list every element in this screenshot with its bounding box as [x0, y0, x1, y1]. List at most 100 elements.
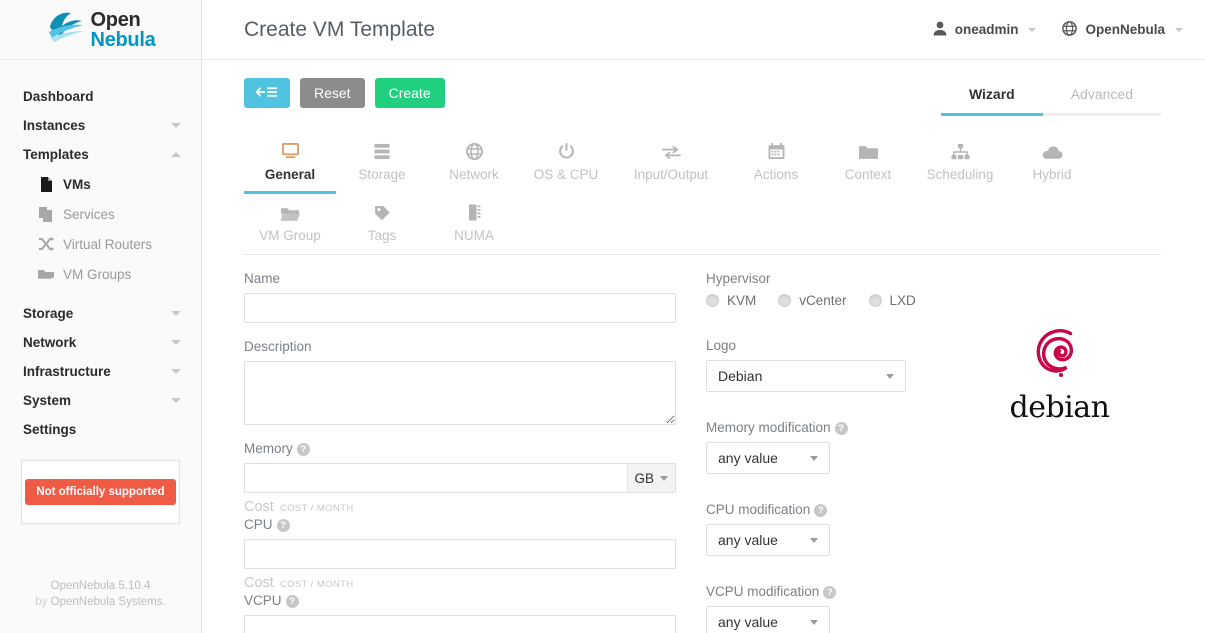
vcpu-label: VCPU?	[244, 593, 676, 608]
memory-chip-icon	[466, 201, 482, 221]
cpu-mod-label-text: CPU modification	[706, 502, 811, 517]
sidebar-footer: OpenNebula 5.10.4 by OpenNebula Systems.	[0, 560, 201, 633]
sidebar-item-system[interactable]: System	[0, 386, 201, 415]
user-name: oneadmin	[954, 22, 1019, 37]
zone-name: OpenNebula	[1085, 22, 1165, 37]
tab-general-label: General	[264, 167, 316, 182]
cpu-mod-select[interactable]: any value	[706, 524, 830, 556]
tab-hybrid[interactable]: Hybrid	[1006, 132, 1098, 194]
tab-scheduling[interactable]: Scheduling	[914, 132, 1006, 194]
sidebar-item-templates[interactable]: Templates	[0, 140, 201, 169]
chevron-down-icon	[1028, 27, 1037, 32]
tab-os-cpu[interactable]: OS & CPU	[520, 132, 612, 194]
vcpu-mod-select[interactable]: any value	[706, 606, 830, 633]
sidebar-item-instances[interactable]: Instances	[0, 111, 201, 140]
help-icon[interactable]: ?	[296, 443, 310, 456]
chevron-down-icon	[171, 398, 181, 403]
vcpu-input[interactable]	[244, 615, 676, 633]
description-textarea[interactable]	[244, 361, 676, 425]
tab-wizard[interactable]: Wizard	[940, 80, 1043, 116]
field-memory-modification: Memory modification? any value	[706, 420, 958, 474]
memory-input-group: GB	[244, 463, 676, 493]
credits-label: by OpenNebula Systems.	[35, 596, 166, 609]
tab-general[interactable]: General	[244, 132, 336, 194]
tab-tags[interactable]: Tags	[336, 193, 428, 255]
template-form: Name Description Memory? GB Cost COST / …	[244, 255, 1161, 633]
tab-input-output[interactable]: Input/Output	[612, 132, 730, 194]
user-menu[interactable]: oneadmin	[933, 21, 1037, 39]
sidebar-item-infrastructure[interactable]: Infrastructure	[0, 357, 201, 386]
memory-label: Memory?	[244, 441, 676, 456]
cpu-input[interactable]	[244, 539, 676, 569]
memory-mod-label-text: Memory modification	[706, 420, 831, 435]
zone-menu[interactable]: OpenNebula	[1062, 20, 1183, 39]
app-root: Open Nebula Dashboard Instances Template…	[0, 0, 1205, 633]
name-input[interactable]	[244, 293, 676, 323]
help-icon[interactable]: ?	[276, 519, 290, 532]
hypervisor-option-vcenter[interactable]: vCenter	[778, 293, 847, 308]
memory-unit-select[interactable]: GB	[626, 463, 676, 493]
sidebar-label-network: Network	[23, 335, 77, 350]
sidebar-item-vms[interactable]: VMs	[0, 169, 201, 199]
hypervisor-option-lxd[interactable]: LXD	[868, 293, 916, 308]
tab-actions-label: Actions	[753, 167, 799, 182]
memory-cost-label: Cost	[244, 499, 274, 515]
reset-button[interactable]: Reset	[300, 78, 365, 108]
vcpu-mod-value: any value	[718, 614, 778, 630]
tab-network-label: Network	[449, 167, 499, 182]
tab-storage[interactable]: Storage	[336, 132, 428, 194]
topbar-right: oneadmin OpenNebula	[933, 20, 1183, 39]
tab-context[interactable]: Context	[822, 132, 914, 194]
help-icon[interactable]: ?	[814, 504, 828, 517]
sidebar-item-virtual-routers[interactable]: Virtual Routers	[0, 229, 201, 259]
brand-logo[interactable]: Open Nebula	[0, 0, 201, 60]
sidebar-item-storage[interactable]: Storage	[0, 299, 201, 328]
sidebar-item-network[interactable]: Network	[0, 328, 201, 357]
tab-advanced[interactable]: Advanced	[1042, 80, 1161, 116]
chevron-up-icon	[171, 152, 181, 157]
tab-numa[interactable]: NUMA	[428, 193, 520, 255]
chevron-down-icon	[171, 369, 181, 374]
sidebar-item-vm-groups[interactable]: VM Groups	[0, 259, 201, 289]
sidebar-label-services: Services	[63, 206, 115, 222]
create-button[interactable]: Create	[374, 78, 445, 108]
sidebar-item-settings[interactable]: Settings	[0, 415, 201, 444]
field-logo: Logo Debian	[706, 338, 958, 392]
sidebar-label-dashboard: Dashboard	[23, 89, 94, 104]
cloud-icon	[1042, 140, 1063, 160]
hypervisor-option-vcenter-label: vCenter	[799, 293, 847, 308]
memory-cost-unit: COST / MONTH	[279, 503, 354, 514]
tab-vm-group-label: VM Group	[259, 228, 321, 243]
tab-actions[interactable]: Actions	[730, 132, 822, 194]
hypervisor-option-kvm[interactable]: KVM	[706, 293, 756, 308]
radio-icon[interactable]	[868, 294, 882, 307]
cpu-label: CPU?	[244, 517, 676, 532]
tab-vm-group[interactable]: VM Group	[244, 193, 336, 255]
back-to-list-button[interactable]	[244, 78, 290, 108]
help-icon[interactable]: ?	[285, 595, 299, 608]
logo-select[interactable]: Debian	[706, 360, 906, 392]
tab-network[interactable]: Network	[428, 132, 520, 194]
help-icon[interactable]: ?	[834, 422, 848, 435]
memory-mod-value: any value	[718, 450, 778, 466]
sidebar-label-templates: Templates	[23, 147, 89, 162]
sidebar-item-services[interactable]: Services	[0, 199, 201, 229]
cpu-label-text: CPU	[244, 517, 273, 532]
brand-wordmark: Open Nebula	[91, 10, 156, 50]
help-icon[interactable]: ?	[823, 586, 837, 599]
cpu-cost: Cost COST / MONTH	[244, 575, 676, 591]
brand-open: Open	[90, 8, 141, 31]
chevron-down-icon	[810, 619, 818, 625]
radio-icon[interactable]	[706, 294, 719, 307]
sidebar-label-vms: VMs	[63, 176, 91, 192]
sidebar-item-dashboard[interactable]: Dashboard	[0, 82, 201, 111]
chevron-down-icon	[660, 475, 668, 481]
cpu-cost-label: Cost	[244, 575, 274, 591]
memory-mod-select[interactable]: any value	[706, 442, 830, 474]
hypervisor-option-lxd-label: LXD	[889, 293, 916, 308]
radio-icon[interactable]	[778, 294, 792, 307]
memory-input[interactable]	[244, 463, 627, 493]
debian-swirl-icon	[1023, 327, 1097, 394]
section-tabs-row-1: General Storage Network OS & CPU Input/O…	[244, 132, 1161, 194]
tab-input-output-label: Input/Output	[633, 167, 709, 182]
